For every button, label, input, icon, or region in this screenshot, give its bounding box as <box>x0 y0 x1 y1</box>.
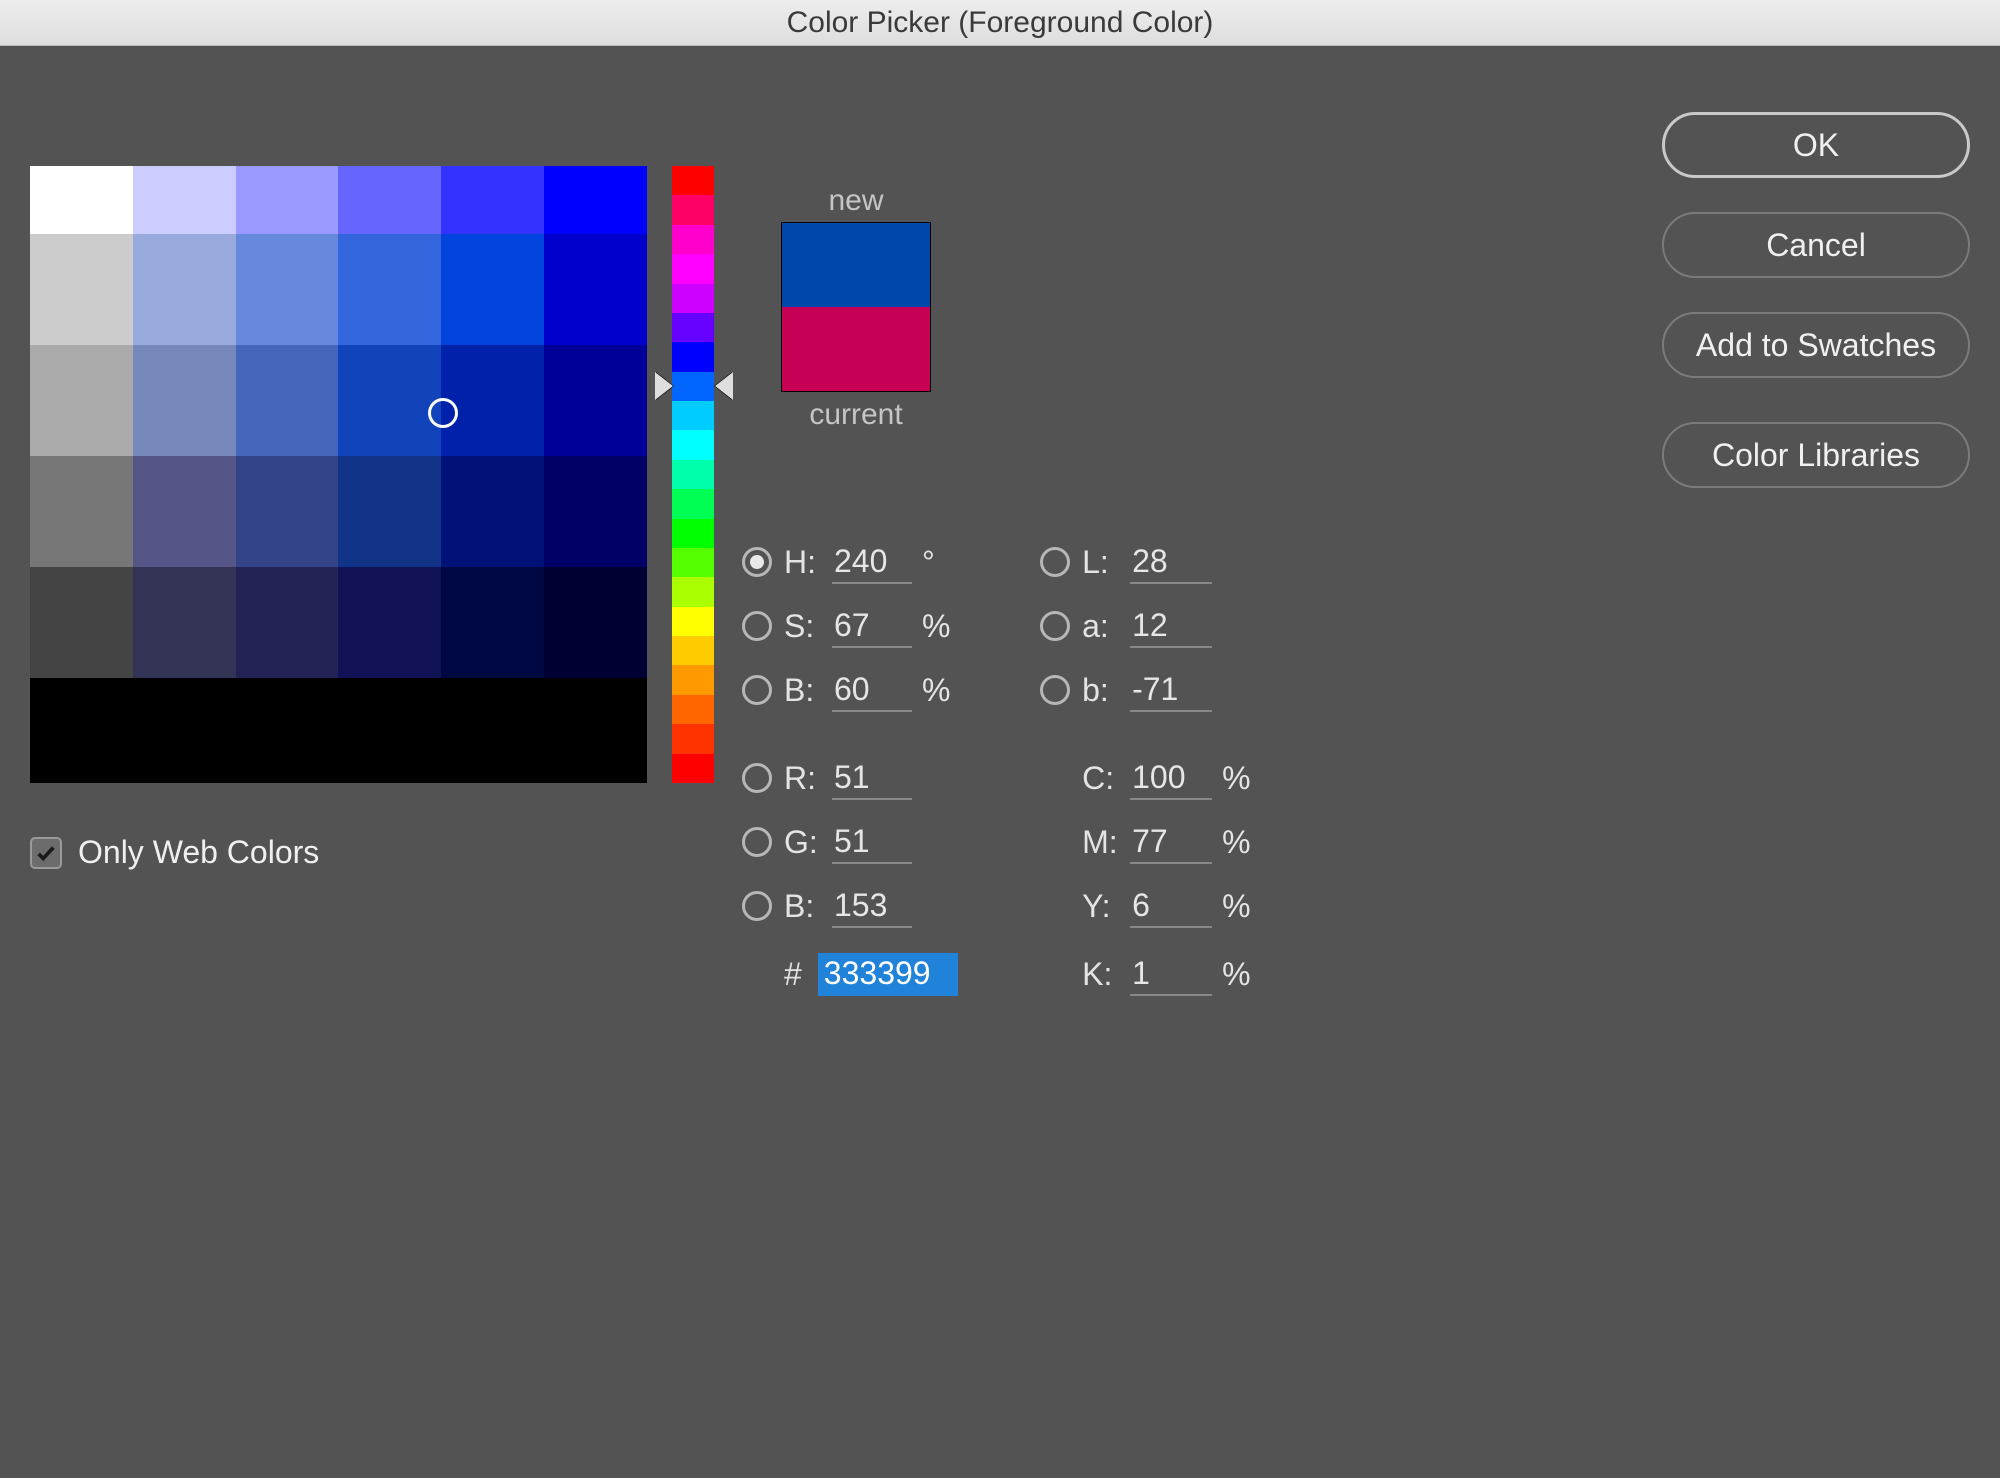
ok-button[interactable]: OK <box>1662 112 1970 178</box>
label-b: b: <box>1082 672 1130 709</box>
label-l: L: <box>1082 544 1130 581</box>
unit-h: ° <box>922 544 958 581</box>
color-field[interactable] <box>30 166 647 783</box>
label-a: a: <box>1082 608 1130 645</box>
window-titlebar: Color Picker (Foreground Color) <box>0 0 2000 46</box>
input-g[interactable] <box>832 821 912 864</box>
label-y: Y: <box>1082 888 1130 925</box>
label-h: H: <box>784 544 832 581</box>
checkmark-icon <box>35 842 57 864</box>
input-m[interactable] <box>1130 821 1212 864</box>
swatch-new-color[interactable] <box>782 223 930 307</box>
color-libraries-button[interactable]: Color Libraries <box>1662 422 1970 488</box>
unit-m: % <box>1222 824 1258 861</box>
dialog-body: new current OK Cancel Add to Swatches Co… <box>0 46 2000 1478</box>
unit-c: % <box>1222 760 1258 797</box>
label-c: C: <box>1082 760 1130 797</box>
swatch-current-color[interactable] <box>782 307 930 391</box>
hue-marker-right-icon <box>715 372 733 400</box>
input-k[interactable] <box>1130 953 1212 996</box>
radio-h[interactable] <box>742 547 772 577</box>
input-b[interactable] <box>1130 669 1212 712</box>
radio-g[interactable] <box>742 827 772 857</box>
radio-a[interactable] <box>1040 611 1070 641</box>
input-s[interactable] <box>832 605 912 648</box>
color-values-panel: H: ° L: S: % a: <box>742 532 1287 1004</box>
unit-y: % <box>1222 888 1258 925</box>
input-c[interactable] <box>1130 757 1212 800</box>
input-y[interactable] <box>1130 885 1212 928</box>
label-g: G: <box>784 824 832 861</box>
window-title: Color Picker (Foreground Color) <box>787 6 1214 40</box>
add-to-swatches-button[interactable]: Add to Swatches <box>1662 312 1970 378</box>
only-web-colors-checkbox[interactable] <box>30 837 62 869</box>
radio-l[interactable] <box>1040 547 1070 577</box>
unit-k: % <box>1222 956 1258 993</box>
cancel-button[interactable]: Cancel <box>1662 212 1970 278</box>
input-l[interactable] <box>1130 541 1212 584</box>
swatch-box <box>781 222 931 392</box>
input-hex[interactable] <box>818 953 958 996</box>
label-r: R: <box>784 760 832 797</box>
input-bv[interactable] <box>832 669 912 712</box>
label-s: S: <box>784 608 832 645</box>
radio-b[interactable] <box>1040 675 1070 705</box>
label-bc: B: <box>784 888 832 925</box>
unit-bv: % <box>922 672 958 709</box>
hue-marker-left-icon <box>655 372 673 400</box>
only-web-colors-label: Only Web Colors <box>78 834 319 871</box>
radio-r[interactable] <box>742 763 772 793</box>
input-bc[interactable] <box>832 885 912 928</box>
input-h[interactable] <box>832 541 912 584</box>
radio-bv[interactable] <box>742 675 772 705</box>
label-k: K: <box>1082 956 1130 993</box>
hue-slider[interactable] <box>672 166 714 783</box>
swatch-preview: new current <box>756 184 956 436</box>
label-m: M: <box>1082 824 1130 861</box>
radio-bc[interactable] <box>742 891 772 921</box>
swatch-current-label: current <box>756 398 956 432</box>
input-a[interactable] <box>1130 605 1212 648</box>
only-web-colors-row: Only Web Colors <box>30 834 319 871</box>
unit-s: % <box>922 608 958 645</box>
radio-s[interactable] <box>742 611 772 641</box>
hex-hash: # <box>784 956 802 993</box>
label-bv: B: <box>784 672 832 709</box>
swatch-new-label: new <box>756 184 956 218</box>
input-r[interactable] <box>832 757 912 800</box>
